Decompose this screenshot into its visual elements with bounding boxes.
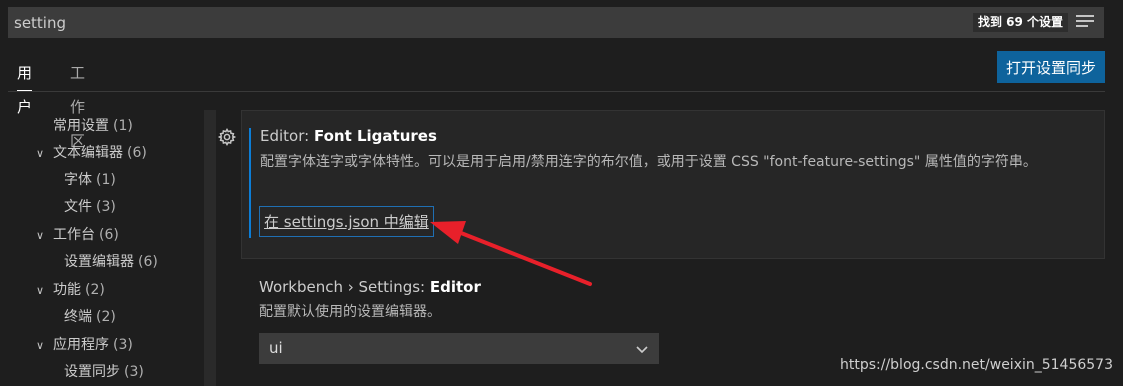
toc-item-count: (6) <box>99 227 119 243</box>
toc-item-label: 常用设置 <box>53 118 109 134</box>
toc-item-count: (6) <box>138 254 158 270</box>
toc-item-count: (6) <box>127 145 147 161</box>
toc-item-files[interactable]: 文件 (3) <box>64 194 116 221</box>
toc-item-label: 文本编辑器 <box>53 145 123 161</box>
toc-item-count: (3) <box>96 199 116 215</box>
toc-item-label: 应用程序 <box>53 337 109 353</box>
toc-item-features[interactable]: ∨ 功能 (2) <box>31 277 105 304</box>
setting-title: Workbench › Settings: Editor <box>259 278 481 296</box>
setting-description: 配置字体连字或字体特性。可以是用于启用/禁用连字的布尔值，或用于设置 CSS "… <box>260 154 1037 170</box>
edit-in-settings-json-link[interactable]: 在 settings.json 中编辑 <box>259 206 434 237</box>
toc-item-label: 工作台 <box>53 227 95 243</box>
toc-item-label: 字体 <box>64 172 92 188</box>
clear-filter-icon[interactable] <box>1076 14 1094 30</box>
toc-item-text-editor[interactable]: ∨ 文本编辑器 (6) <box>31 140 147 167</box>
setting-category: Editor: <box>260 127 314 145</box>
tab-divider <box>8 91 1105 92</box>
setting-title: Editor: Font Ligatures <box>260 127 437 145</box>
settings-editor-select[interactable]: ui <box>259 333 659 364</box>
setting-name: Editor <box>429 278 481 296</box>
result-count-badge: 找到 69 个设置 <box>972 13 1068 32</box>
setting-category: Workbench › Settings: <box>259 278 430 296</box>
chevron-down-icon[interactable]: ∨ <box>31 277 49 304</box>
toc-item-label: 设置同步 <box>64 364 120 380</box>
toc-item-count: (2) <box>85 282 105 298</box>
toc-item-label: 功能 <box>53 282 81 298</box>
select-value: ui <box>269 339 283 357</box>
toc-item-workbench[interactable]: ∨ 工作台 (6) <box>31 222 119 249</box>
toc-item-count: (1) <box>96 172 116 188</box>
toc-item-count: (1) <box>113 118 133 134</box>
toc-item-terminal[interactable]: 终端 (2) <box>64 304 116 331</box>
toc-item-label: 终端 <box>64 309 92 325</box>
toc-item-commonly-used[interactable]: 常用设置 (1) <box>53 113 133 140</box>
chevron-down-icon[interactable]: ∨ <box>31 140 49 167</box>
search-input[interactable] <box>8 7 908 38</box>
toc-item-settings-editor[interactable]: 设置编辑器 (6) <box>64 249 158 276</box>
search-bar: 找到 69 个设置 <box>8 7 1104 38</box>
toc-item-label: 设置编辑器 <box>64 254 134 270</box>
toc-item-font[interactable]: 字体 (1) <box>64 167 116 194</box>
modified-indicator <box>249 128 251 238</box>
chevron-down-icon <box>636 346 648 354</box>
tab-user[interactable]: 用户 <box>17 56 33 116</box>
toc-item-application[interactable]: ∨ 应用程序 (3) <box>31 332 133 359</box>
setting-description: 配置默认使用的设置编辑器。 <box>259 304 441 320</box>
toc-item-count: (3) <box>113 337 133 353</box>
toc-item-settings-sync[interactable]: 设置同步 (3) <box>64 359 144 386</box>
toc-scrollbar[interactable] <box>204 110 216 386</box>
toc-item-count: (3) <box>124 364 144 380</box>
watermark: https://blog.csdn.net/weixin_51456573 <box>839 357 1113 373</box>
tab-workspace[interactable]: 工作区 <box>70 56 85 150</box>
gear-icon[interactable] <box>217 127 237 147</box>
chevron-down-icon[interactable]: ∨ <box>31 332 49 359</box>
toc-item-count: (2) <box>96 309 116 325</box>
setting-name: Font Ligatures <box>313 127 437 145</box>
chevron-down-icon[interactable]: ∨ <box>31 222 49 249</box>
turn-on-settings-sync-button[interactable]: 打开设置同步 <box>997 51 1105 83</box>
toc-item-label: 文件 <box>64 199 92 215</box>
